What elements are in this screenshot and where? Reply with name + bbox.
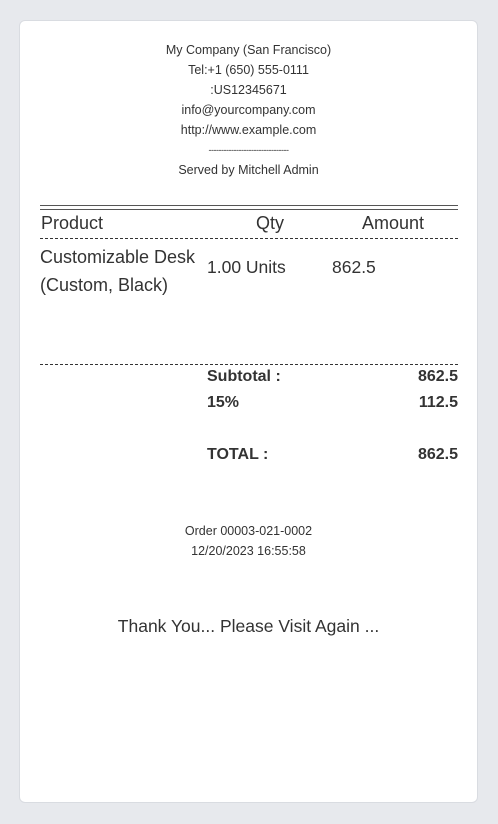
receipt-header: My Company (San Francisco) Tel:+1 (650) … — [20, 40, 477, 180]
company-phone: Tel:+1 (650) 555-0111 — [188, 63, 309, 77]
company-vat: :US12345671 — [210, 83, 287, 97]
subtotal-value: 862.5 — [417, 368, 458, 385]
tax-label: 15% — [207, 394, 240, 411]
total-label: TOTAL : — [207, 446, 269, 463]
order-reference: Order 00003-021-0002 — [184, 524, 313, 538]
company-website: http://www.example.com — [180, 123, 317, 137]
served-by: Served by Mitchell Admin — [178, 163, 319, 177]
thank-you-message: Thank You... Please Visit Again ... — [117, 616, 380, 636]
column-header-product: Product — [41, 213, 104, 233]
receipt: My Company (San Francisco) Tel:+1 (650) … — [19, 20, 478, 803]
tax-value: 112.5 — [418, 394, 458, 411]
subtotal-label: Subtotal : — [207, 368, 281, 385]
line-product: Customizable Desk (Custom, Black) — [40, 247, 196, 295]
company-email: info@yourcompany.com — [181, 103, 316, 117]
line-qty: 1.00 Units — [207, 257, 286, 277]
header-separator: -------------------------------- — [208, 145, 289, 155]
line-amount: 862.5 — [332, 257, 376, 277]
column-header-amount: Amount — [362, 213, 425, 233]
column-header-qty: Qty — [256, 213, 285, 233]
company-name: My Company (San Francisco) — [165, 43, 332, 57]
order-datetime: 12/20/2023 16:55:58 — [191, 544, 306, 558]
table-header: Product Qty Amount — [40, 211, 458, 239]
total-value: 862.5 — [417, 446, 458, 463]
table-bottom-rule — [40, 364, 458, 365]
header-bottom-rule — [40, 238, 458, 239]
table-top-rule — [40, 205, 458, 210]
order-info: Order 00003-021-0002 12/20/2023 16:55:58 — [20, 521, 477, 561]
